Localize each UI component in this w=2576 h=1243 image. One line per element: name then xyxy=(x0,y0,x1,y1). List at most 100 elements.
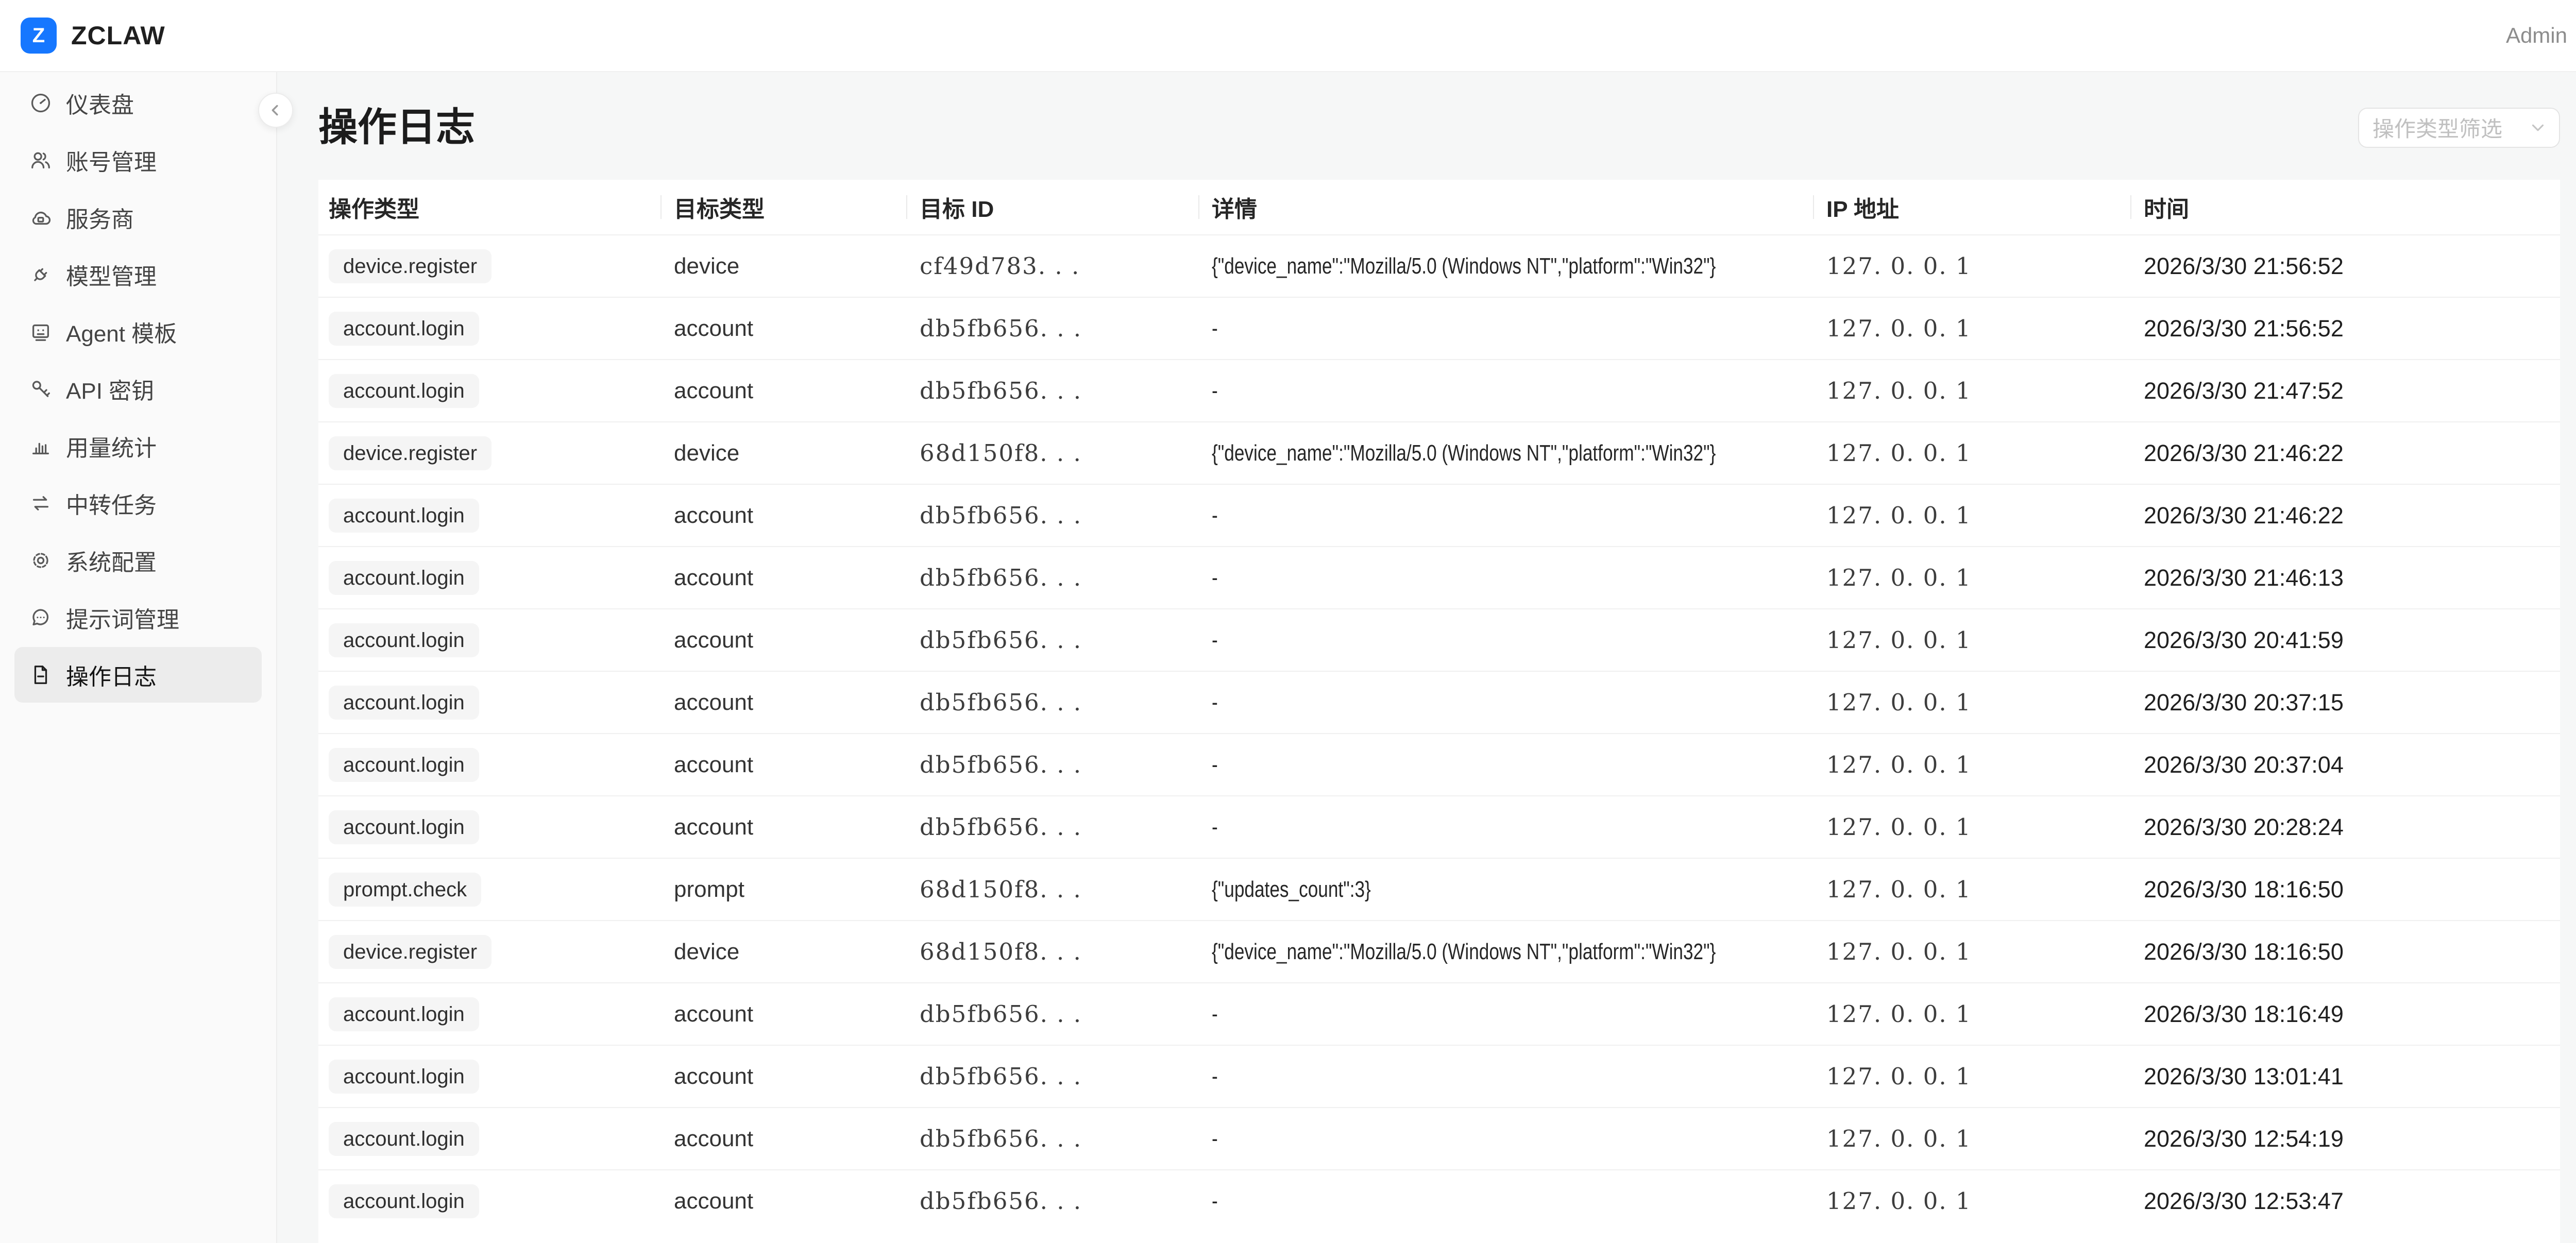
details-cell: - xyxy=(1199,298,1814,359)
time-cell: 2026/3/30 21:46:22 xyxy=(2131,422,2560,484)
op-type-badge: account.login xyxy=(329,748,479,782)
target-type-cell: account xyxy=(662,609,907,671)
sidebar-item-users[interactable]: 账号管理 xyxy=(14,132,262,188)
op-type-badge: account.login xyxy=(329,686,479,720)
table-row: account.loginaccountdb5fb656. . .-127. 0… xyxy=(318,795,2560,858)
table-body: device.registerdevicecf49d783. . .{"devi… xyxy=(318,234,2560,1232)
op-type-cell: account.login xyxy=(318,609,662,671)
sidebar-item-dashboard[interactable]: 仪表盘 xyxy=(14,75,262,131)
op-type-badge: account.login xyxy=(329,1060,479,1094)
details-text: - xyxy=(1212,565,1218,591)
users-icon xyxy=(29,148,53,172)
table-row: account.loginaccountdb5fb656. . .-127. 0… xyxy=(318,297,2560,359)
column-header-ip: IP 地址 xyxy=(1814,180,2131,234)
target-type-cell: device xyxy=(662,422,907,484)
swap-icon xyxy=(29,491,53,515)
target-type-cell: prompt xyxy=(662,859,907,920)
column-header-details: 详情 xyxy=(1199,180,1814,234)
target-type-cell: account xyxy=(662,983,907,1045)
target-id-cell: 68d150f8. . . xyxy=(907,422,1199,484)
key-icon xyxy=(29,377,53,401)
details-text: - xyxy=(1212,627,1218,653)
details-text: {"device_name":"Mozilla/5.0 (Windows NT"… xyxy=(1212,440,1716,466)
time-cell: 2026/3/30 21:56:52 xyxy=(2131,298,2560,359)
table-row: account.loginaccountdb5fb656. . .-127. 0… xyxy=(318,608,2560,671)
chevron-left-icon xyxy=(267,101,284,119)
user-menu[interactable]: Admin xyxy=(2506,23,2567,48)
details-cell: {"device_name":"Mozilla/5.0 (Windows NT"… xyxy=(1199,235,1814,297)
details-cell: - xyxy=(1199,1108,1814,1169)
table-row: account.loginaccountdb5fb656. . .-127. 0… xyxy=(318,484,2560,546)
time-cell: 2026/3/30 18:16:49 xyxy=(2131,983,2560,1045)
time-cell: 2026/3/30 12:53:47 xyxy=(2131,1170,2560,1232)
details-cell: - xyxy=(1199,672,1814,733)
target-id-cell: db5fb656. . . xyxy=(907,983,1199,1045)
ip-cell: 127. 0. 0. 1 xyxy=(1814,921,2131,982)
sidebar-item-bar-chart[interactable]: 用量统计 xyxy=(14,418,262,474)
time-cell: 2026/3/30 20:37:04 xyxy=(2131,734,2560,795)
target-type-cell: account xyxy=(662,547,907,608)
op-type-badge: device.register xyxy=(329,436,492,470)
sidebar-menu: 仪表盘账号管理服务商模型管理Agent 模板 API 密钥用量统计中转任务系统配置… xyxy=(0,72,276,703)
sidebar-item-document[interactable]: 操作日志 xyxy=(14,647,262,703)
sidebar-item-plug[interactable]: 模型管理 xyxy=(14,247,262,302)
ip-cell: 127. 0. 0. 1 xyxy=(1814,422,2131,484)
ip-cell: 127. 0. 0. 1 xyxy=(1814,734,2131,795)
op-type-badge: account.login xyxy=(329,810,479,844)
ip-cell: 127. 0. 0. 1 xyxy=(1814,485,2131,546)
time-cell: 2026/3/30 21:46:13 xyxy=(2131,547,2560,608)
sidebar-item-label: 中转任务 xyxy=(66,487,157,520)
op-type-badge: account.login xyxy=(329,561,479,595)
op-type-cell: prompt.check xyxy=(318,859,662,920)
ip-cell: 127. 0. 0. 1 xyxy=(1814,360,2131,421)
target-type-cell: account xyxy=(662,796,907,858)
sidebar-item-label: 用量统计 xyxy=(66,430,157,463)
target-id-cell: db5fb656. . . xyxy=(907,485,1199,546)
ip-cell: 127. 0. 0. 1 xyxy=(1814,609,2131,671)
op-type-badge: account.login xyxy=(329,1184,479,1218)
op-type-badge: account.login xyxy=(329,997,479,1031)
ip-cell: 127. 0. 0. 1 xyxy=(1814,235,2131,297)
filter-placeholder: 操作类型筛选 xyxy=(2372,112,2528,143)
target-type-cell: device xyxy=(662,235,907,297)
ip-cell: 127. 0. 0. 1 xyxy=(1814,1170,2131,1232)
sidebar-collapse-button[interactable] xyxy=(258,93,293,128)
sidebar-item-swap[interactable]: 中转任务 xyxy=(14,475,262,531)
column-header-op-type: 操作类型 xyxy=(318,180,662,234)
sidebar-item-label: 提示词管理 xyxy=(66,601,179,634)
details-cell: - xyxy=(1199,609,1814,671)
main-content: 操作日志 操作类型筛选 操作类型 目标类型 目标 ID 详情 IP 地址 时间 … xyxy=(277,72,2576,1243)
sidebar-item-cloud[interactable]: 服务商 xyxy=(14,190,262,245)
dashboard-icon xyxy=(29,91,53,115)
details-text: {"device_name":"Mozilla/5.0 (Windows NT"… xyxy=(1212,253,1716,279)
ip-cell: 127. 0. 0. 1 xyxy=(1814,1046,2131,1107)
op-type-cell: device.register xyxy=(318,422,662,484)
bar-chart-icon xyxy=(29,434,53,458)
operation-type-filter-select[interactable]: 操作类型筛选 xyxy=(2358,108,2560,148)
op-type-cell: account.login xyxy=(318,1170,662,1232)
brand-name: ZCLAW xyxy=(71,21,165,50)
sidebar-item-robot[interactable]: Agent 模板 xyxy=(14,304,262,360)
sidebar-item-key[interactable]: API 密钥 xyxy=(14,361,262,417)
table-row: account.loginaccountdb5fb656. . .-127. 0… xyxy=(318,1045,2560,1107)
details-text: {"updates_count":3} xyxy=(1212,877,1371,903)
sidebar-item-label: 系统配置 xyxy=(66,544,157,577)
sidebar-item-label: 账号管理 xyxy=(66,144,157,177)
target-id-cell: db5fb656. . . xyxy=(907,360,1199,421)
time-cell: 2026/3/30 18:16:50 xyxy=(2131,921,2560,982)
top-bar: Z ZCLAW Admin xyxy=(0,0,2576,72)
target-type-cell: account xyxy=(662,1046,907,1107)
target-id-cell: 68d150f8. . . xyxy=(907,921,1199,982)
target-type-cell: account xyxy=(662,734,907,795)
brand-logo-letter: Z xyxy=(32,25,45,46)
sidebar-item-chat[interactable]: 提示词管理 xyxy=(14,590,262,645)
table-row: prompt.checkprompt68d150f8. . .{"updates… xyxy=(318,858,2560,920)
target-id-cell: db5fb656. . . xyxy=(907,1046,1199,1107)
sidebar-item-label: 仪表盘 xyxy=(66,87,134,120)
gear-icon xyxy=(29,549,53,572)
sidebar-item-label: API 密钥 xyxy=(66,372,154,405)
target-type-cell: account xyxy=(662,1108,907,1169)
time-cell: 2026/3/30 21:56:52 xyxy=(2131,235,2560,297)
sidebar-item-gear[interactable]: 系统配置 xyxy=(14,533,262,588)
op-type-badge: device.register xyxy=(329,935,492,969)
